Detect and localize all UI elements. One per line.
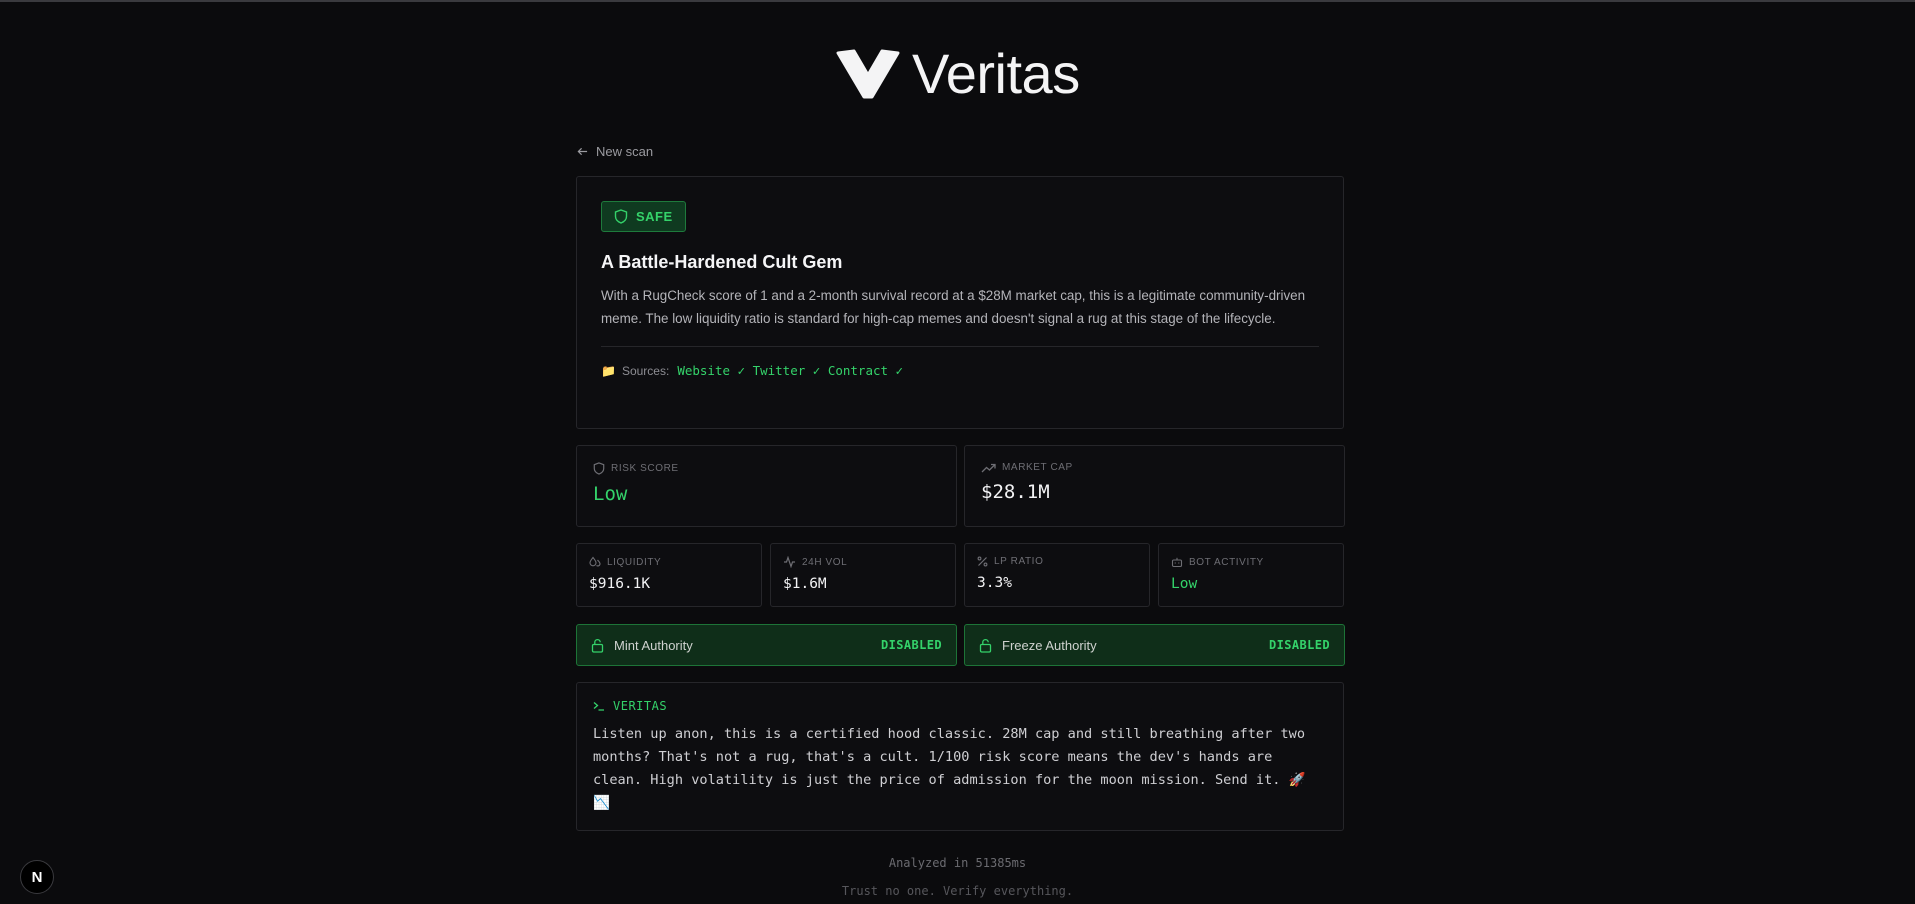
new-scan-label: New scan (596, 144, 654, 159)
volume-header: 24H VOL (783, 556, 943, 568)
volume-label: 24H VOL (802, 556, 848, 568)
verdict-card: SAFE A Battle-Hardened Cult Gem With a R… (576, 176, 1344, 429)
risk-score-label: RISK SCORE (611, 463, 679, 474)
status-badge-label: SAFE (636, 209, 673, 224)
divider (601, 346, 1319, 347)
market-cap-label: MARKET CAP (1002, 462, 1073, 473)
lock-icon (979, 638, 992, 653)
sources-list[interactable]: Website ✓ Twitter ✓ Contract ✓ (677, 363, 903, 378)
dev-tools-label: N (31, 868, 43, 886)
mint-authority-label: Mint Authority (614, 637, 693, 653)
percent-icon (977, 556, 988, 567)
shield-icon (614, 209, 628, 224)
veritas-text: Listen up anon, this is a certified hood… (593, 726, 1306, 811)
lp-ratio-value: 3.3% (977, 575, 1012, 591)
veritas-heading: VERITAS (613, 699, 668, 713)
veritas-header: VERITAS (593, 699, 1327, 713)
folder-icon: 📁 (601, 363, 616, 378)
lock-icon (591, 638, 604, 653)
veritas-commentary-card: VERITAS Listen up anon, this is a certif… (576, 682, 1344, 831)
market-cap-card: MARKET CAP $28.1M (964, 445, 1345, 527)
brand-logo: Veritas (836, 46, 1080, 102)
tagline: Trust no one. Verify everything. (841, 884, 1074, 898)
lp-ratio-header: LP RATIO (977, 556, 1137, 567)
liquidity-card: LIQUIDITY $916.1K (576, 543, 762, 607)
new-scan-link[interactable]: New scan (577, 144, 653, 159)
bot-activity-label: BOT ACTIVITY (1189, 556, 1264, 568)
arrow-left-icon (577, 147, 588, 156)
risk-score-header: RISK SCORE (593, 462, 940, 475)
status-badge: SAFE (601, 201, 686, 232)
dev-tools-button[interactable]: N (20, 860, 54, 894)
bot-activity-header: BOT ACTIVITY (1171, 556, 1331, 568)
volume-card: 24H VOL $1.6M (770, 543, 956, 607)
verdict-title: A Battle-Hardened Cult Gem (601, 252, 843, 272)
mint-authority-row: Mint Authority DISABLED (576, 624, 957, 666)
risk-score-value: Low (593, 483, 628, 505)
risk-score-card: RISK SCORE Low (576, 445, 957, 527)
analysis-time: Analyzed in 51385ms (888, 856, 1027, 870)
freeze-authority-row: Freeze Authority DISABLED (964, 624, 1345, 666)
sources-row: 📁 Sources: Website ✓ Twitter ✓ Contract … (601, 363, 1319, 378)
freeze-authority-label: Freeze Authority (1002, 637, 1097, 653)
shield-icon (593, 462, 605, 475)
brand-name: Veritas (912, 42, 1080, 105)
bot-activity-card: BOT ACTIVITY Low (1158, 543, 1344, 607)
terminal-icon (593, 702, 604, 711)
droplets-icon (589, 556, 601, 567)
sources-label: Sources: (621, 363, 670, 378)
liquidity-header: LIQUIDITY (589, 556, 749, 568)
lp-ratio-card: LP RATIO 3.3% (964, 543, 1150, 607)
liquidity-value: $916.1K (589, 576, 651, 592)
bot-icon (1171, 557, 1183, 568)
mint-authority-status: DISABLED (881, 638, 942, 652)
bot-activity-value: Low (1171, 576, 1198, 592)
market-cap-value: $28.1M (981, 481, 1050, 503)
market-cap-header: MARKET CAP (981, 462, 1328, 473)
trending-up-icon (981, 463, 996, 472)
liquidity-label: LIQUIDITY (607, 556, 662, 568)
veritas-v-logo-icon (836, 49, 900, 99)
volume-value: $1.6M (783, 576, 827, 592)
activity-icon (784, 556, 795, 568)
lp-ratio-label: LP RATIO (994, 556, 1044, 567)
freeze-authority-status: DISABLED (1269, 638, 1330, 652)
verdict-description: With a RugCheck score of 1 and a 2-month… (601, 288, 1306, 326)
